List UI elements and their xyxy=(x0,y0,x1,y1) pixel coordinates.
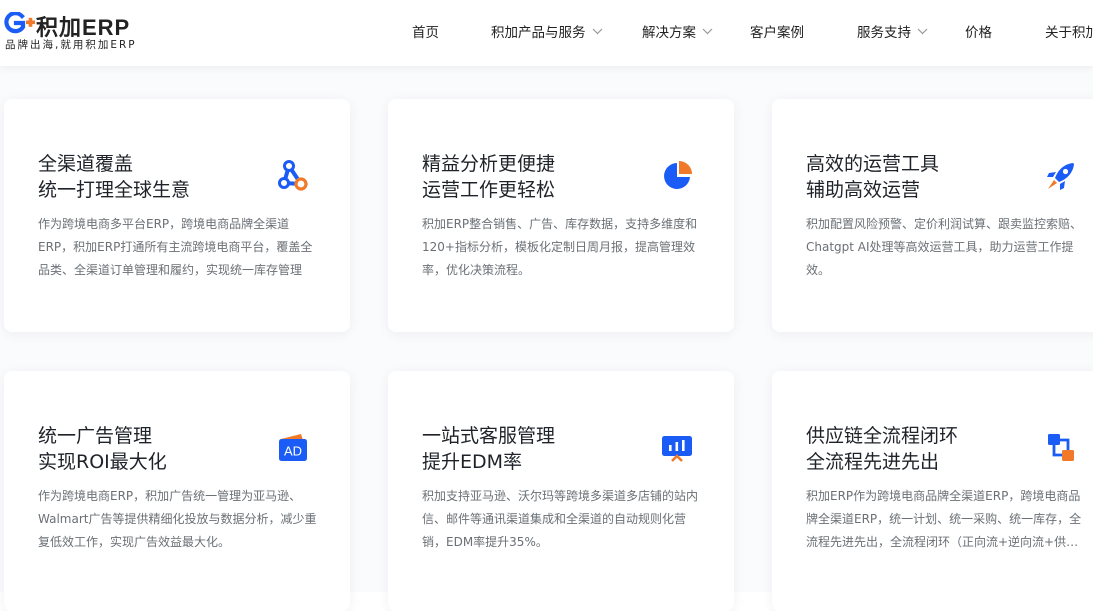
nav-item-label: 关于积加 xyxy=(1045,25,1093,41)
card-description: 积加ERP整合销售、广告、库存数据，支持多维度和120+指标分析，模板化定制日周… xyxy=(422,217,698,277)
chevron-down-icon xyxy=(592,28,602,34)
rocket-icon xyxy=(1047,163,1074,190)
card-description: 作为跨境电商多平台ERP，跨境电商品牌全渠道ERP，积加ERP打通所有主流跨境电… xyxy=(38,217,313,277)
chevron-down-icon xyxy=(917,28,928,34)
nav-item-solutions[interactable]: 解决方案 xyxy=(642,21,713,41)
card-description: 积加ERP作为跨境电商品牌全渠道ERP，跨境电商品牌全渠道ERP，统一计划、统一… xyxy=(806,489,1082,549)
card-title: 高效的运营工具 辅助高效运营 xyxy=(806,151,1046,203)
nav-item-label: 服务支持 xyxy=(857,25,911,41)
chevron-down-icon xyxy=(702,28,713,34)
nav-item-cases[interactable]: 客户案例 xyxy=(750,21,804,41)
card-title: 精益分析更便捷 运营工作更轻松 xyxy=(422,151,662,203)
top-header: 积加ERP 品牌出海,就用积加ERP 首页 积加产品与服务 解决方案 客户案例 … xyxy=(0,0,1093,66)
card-title: 统一广告管理 实现ROI最大化 xyxy=(38,423,278,475)
ad-wallet-icon: AD xyxy=(279,434,307,461)
nav-item-home[interactable]: 首页 xyxy=(412,21,439,41)
brand-logo[interactable]: 积加ERP 品牌出海,就用积加ERP xyxy=(4,10,174,54)
feature-card-ads[interactable]: 统一广告管理 实现ROI最大化 AD 作为跨境电商ERP，积加广告统一管理为亚马… xyxy=(4,371,350,611)
channels-network-icon xyxy=(278,160,308,191)
nav-item-label: 积加产品与服务 xyxy=(491,25,586,41)
presentation-board-icon xyxy=(662,436,692,462)
card-title-line: 供应链全流程闭环 xyxy=(806,425,959,447)
card-title-line: 提升EDM率 xyxy=(422,451,523,473)
card-title-line: 精益分析更便捷 xyxy=(422,153,556,175)
card-title: 一站式客服管理 提升EDM率 xyxy=(422,423,662,475)
nav-item-support[interactable]: 服务支持 xyxy=(857,21,928,41)
card-title-line: 实现ROI最大化 xyxy=(38,451,167,473)
card-title-line: 一站式客服管理 xyxy=(422,425,556,447)
card-title-line: 运营工作更轻松 xyxy=(422,179,556,201)
brand-slogan: 品牌出海,就用积加ERP xyxy=(5,39,137,51)
nav-item-label: 价格 xyxy=(965,25,992,41)
logo-mark-icon xyxy=(4,12,35,34)
card-title-line: 辅助高效运营 xyxy=(806,179,921,201)
card-description: 积加配置风险预警、定价利润试算、跟卖监控索赔、Chatgpt AI处理等高效运营… xyxy=(806,217,1083,277)
nav-item-products[interactable]: 积加产品与服务 xyxy=(491,21,603,41)
feature-card-supply-chain[interactable]: 供应链全流程闭环 全流程先进先出 积加ERP作为跨境电商品牌全渠道ERP，跨境电… xyxy=(772,371,1093,611)
card-title-line: 全流程先进先出 xyxy=(806,451,940,473)
card-description: 积加支持亚马逊、沃尔玛等跨境多渠道多店铺的站内信、邮件等通讯渠道集成和全渠道的自… xyxy=(422,489,699,549)
feature-card-ops-tools[interactable]: 高效的运营工具 辅助高效运营 积加配置风险预警、定价利润试算、跟卖监控索赔、Ch… xyxy=(772,99,1093,332)
feature-card-omnichannel[interactable]: 全渠道覆盖 统一打理全球生意 作为跨境电商多平台ERP，跨境电商品牌全渠道ERP… xyxy=(4,99,350,332)
nav-item-label: 解决方案 xyxy=(642,25,696,41)
nav-item-label: 客户案例 xyxy=(750,25,804,41)
card-title-line: 全渠道覆盖 xyxy=(38,153,134,175)
nav-item-pricing[interactable]: 价格 xyxy=(965,21,992,41)
feature-card-customer-service[interactable]: 一站式客服管理 提升EDM率 积加支持亚马逊、沃尔玛等跨境多渠道多店铺的站内信、… xyxy=(388,371,734,611)
pie-chart-icon xyxy=(664,161,692,189)
nav-item-label: 首页 xyxy=(412,25,439,41)
feature-card-analytics[interactable]: 精益分析更便捷 运营工作更轻松 积加ERP整合销售、广告、库存数据，支持多维度和… xyxy=(388,99,734,332)
card-title-line: 高效的运营工具 xyxy=(806,153,940,175)
features-section: 全渠道覆盖 统一打理全球生意 作为跨境电商多平台ERP，跨境电商品牌全渠道ERP… xyxy=(0,66,1093,611)
card-title: 供应链全流程闭环 全流程先进先出 xyxy=(806,423,1046,475)
supply-chain-flow-icon xyxy=(1048,434,1074,461)
svg-text:AD: AD xyxy=(284,444,302,459)
card-title: 全渠道覆盖 统一打理全球生意 xyxy=(38,151,278,203)
card-description: 作为跨境电商ERP，积加广告统一管理为亚马逊、Walmart广告等提供精细化投放… xyxy=(38,489,317,549)
card-title-line: 统一打理全球生意 xyxy=(38,179,191,201)
card-title-line: 统一广告管理 xyxy=(38,425,153,447)
nav-item-about[interactable]: 关于积加 xyxy=(1045,21,1093,41)
